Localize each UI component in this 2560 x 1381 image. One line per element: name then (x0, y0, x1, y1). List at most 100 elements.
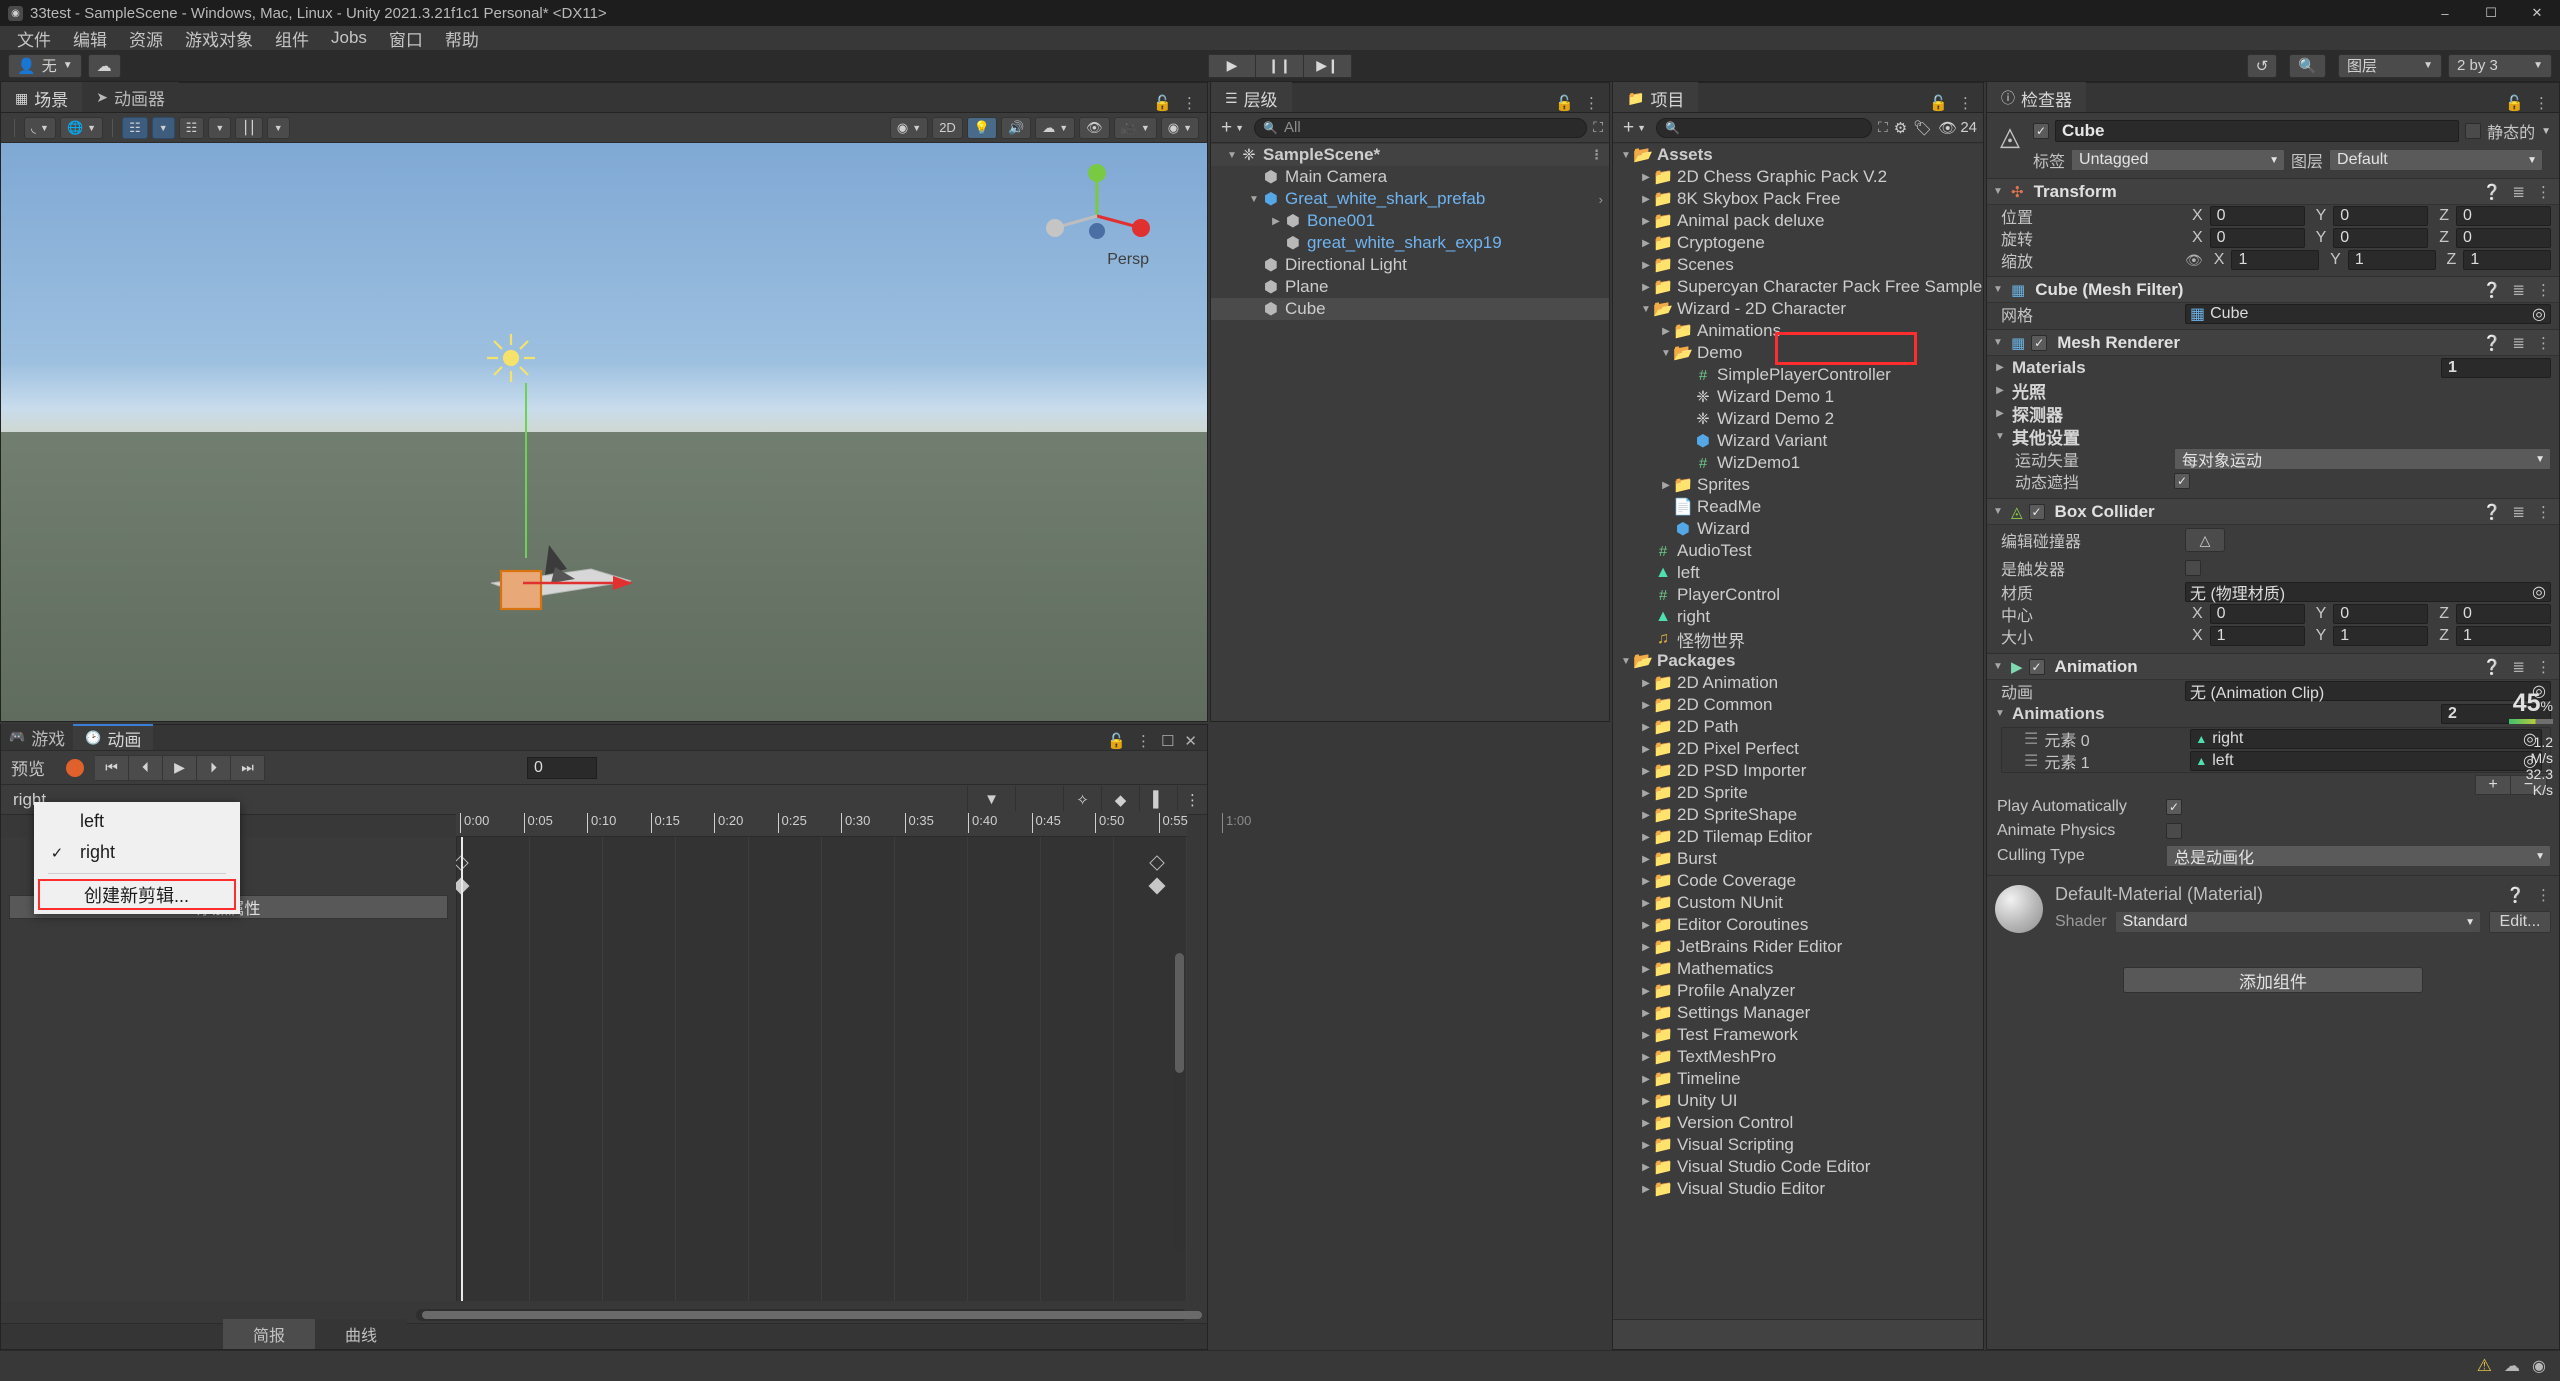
hierarchy-search-input[interactable]: 🔍 All (1254, 117, 1588, 138)
toggle-audio-button[interactable]: 🔊 (1001, 116, 1032, 139)
preset-icon[interactable]: ≣ (2512, 183, 2525, 201)
chevron-down-icon[interactable]: ▼ (1619, 656, 1633, 667)
tree-row-selected[interactable]: ⬢ Cube (1211, 298, 1609, 320)
project-tree[interactable]: ▼ 📂 Assets ▶ 📁 2D Chess Graphic Pack V.2 ▶ 📁 8K … (1613, 144, 1983, 1319)
array-add-button[interactable]: + (2475, 775, 2511, 795)
tree-row[interactable]: ▶ 📁 Visual Studio Editor (1613, 1178, 1983, 1200)
lock-icon[interactable]: 🔓 (1153, 94, 1172, 112)
chevron-down-icon[interactable]: ▼ (1991, 661, 2005, 672)
chevron-down-icon[interactable]: ▼ (1991, 337, 2005, 348)
search-expand-icon[interactable]: ⛶ (1593, 119, 1603, 136)
position-z-input[interactable]: 0 (2456, 206, 2551, 226)
project-add-button[interactable]: + ▼ (1619, 117, 1650, 139)
center-y-input[interactable]: 0 (2333, 604, 2429, 624)
tree-row[interactable]: ▶ 📁 2D PSD Importer (1613, 760, 1983, 782)
preview-button[interactable]: 预览 (1, 755, 55, 780)
box-collider-header[interactable]: ▼ ◬ ✓ Box Collider ❔ ≣ ⋮ (1987, 499, 2559, 525)
kebab-menu-icon[interactable]: ⋮ (2536, 281, 2551, 299)
menu-item-edit[interactable]: 编辑 (62, 24, 118, 53)
layers-dropdown[interactable]: 图层 ▼ (2338, 53, 2442, 78)
tree-row[interactable]: ▶ 📁 Code Coverage (1613, 870, 1983, 892)
animation-enabled-checkbox[interactable]: ✓ (2028, 658, 2045, 675)
chevron-down-icon[interactable]: ▼ (1659, 348, 1673, 359)
cloud-button[interactable]: ☁ (87, 53, 121, 78)
tab-game[interactable]: 🎮 游戏 (1, 724, 74, 750)
kebab-menu-icon[interactable]: ⋮ (1584, 94, 1599, 112)
history-button[interactable]: ↺ (2246, 53, 2278, 78)
physic-material-field[interactable]: 无 (物理材质) ◎ (2185, 582, 2551, 603)
lock-icon[interactable]: 🔓 (1107, 732, 1126, 750)
tree-row[interactable]: ⬢ Directional Light (1211, 254, 1609, 276)
chevron-right-icon[interactable]: ▶ (1639, 260, 1653, 271)
tree-row[interactable]: ⬢ Wizard Variant (1613, 430, 1983, 452)
tree-row[interactable]: ▼ 📂 Demo (1613, 342, 1983, 364)
rotation-z-input[interactable]: 0 (2456, 228, 2551, 248)
toggle-fx-button[interactable]: ☁ ▼ (1035, 116, 1076, 139)
clip-options-menu[interactable]: ⋮ (1177, 785, 1207, 814)
grid-size-dropdown[interactable]: ▼ (266, 116, 290, 139)
menu-item-right[interactable]: ✓ right (34, 837, 240, 868)
tree-row[interactable]: ▲ right (1613, 606, 1983, 628)
tree-row[interactable]: ▶ 📁 Visual Studio Code Editor (1613, 1156, 1983, 1178)
tree-row[interactable]: ❈ Wizard Demo 1 (1613, 386, 1983, 408)
tree-row[interactable]: ▶ 📁 Cryptogene (1613, 232, 1983, 254)
preset-icon[interactable]: ≣ (2512, 281, 2525, 299)
materials-foldout[interactable]: ▶ Materials 1 (1987, 356, 2559, 379)
element-1-field[interactable]: ▲ left ◎ (2190, 751, 2542, 771)
close-icon[interactable]: ✕ (1184, 732, 1197, 750)
pause-button[interactable]: ❙❙ (1256, 53, 1304, 78)
probes-foldout[interactable]: ▶ 探测器 (1987, 402, 2559, 425)
grid-axis-dropdown[interactable]: ▼ (151, 116, 175, 139)
clip-selector-dropdown[interactable]: ▼ (967, 785, 1015, 814)
tab-animator[interactable]: ➤ 动画器 (82, 82, 179, 112)
play-button[interactable]: ▶ (1208, 53, 1256, 78)
animate-physics-checkbox[interactable]: ✓ (2166, 823, 2182, 839)
chevron-right-icon[interactable]: ▶ (1639, 1052, 1653, 1063)
toggle-lighting-button[interactable]: 💡 (966, 116, 997, 139)
toggle-2d-button[interactable]: 2D (932, 116, 963, 139)
tree-row[interactable]: ▼ ❈ SampleScene* ⋮ (1211, 144, 1609, 166)
tree-row[interactable]: ▶ 📁 2D Tilemap Editor (1613, 826, 1983, 848)
chevron-right-icon[interactable]: ▶ (1639, 744, 1653, 755)
help-icon[interactable]: ❔ (2483, 334, 2502, 352)
tab-animation[interactable]: 🕑 动画 (73, 724, 154, 750)
tree-row[interactable]: ⬢ Wizard (1613, 518, 1983, 540)
drag-handle-icon[interactable]: ☰ (2024, 729, 2038, 749)
handle-space-button[interactable]: 🌐 ▼ (59, 116, 104, 139)
clip-extra-button[interactable] (1015, 785, 1063, 814)
dope-vertical-scrollbar[interactable] (1174, 953, 1185, 1251)
mesh-filter-header[interactable]: ▼ ▦ Cube (Mesh Filter) ❔ ≣ ⋮ (1987, 277, 2559, 303)
chevron-right-icon[interactable]: ▶ (1639, 238, 1653, 249)
lock-icon[interactable]: 🔓 (1555, 94, 1574, 112)
chevron-right-icon[interactable]: ▶ (1639, 788, 1653, 799)
tree-row[interactable]: ▶ 📁 2D Path (1613, 716, 1983, 738)
current-frame-input[interactable]: 0 (527, 756, 597, 779)
tree-row[interactable]: ▶ 📁 Editor Coroutines (1613, 914, 1983, 936)
menu-item-create-new-clip[interactable]: 创建新剪辑... (38, 879, 236, 910)
chevron-right-icon[interactable]: ▶ (1639, 1162, 1653, 1173)
tree-row[interactable]: ▲ left (1613, 562, 1983, 584)
transform-header[interactable]: ▼ ✣ Transform ❔ ≣ ⋮ (1987, 179, 2559, 205)
shader-dropdown[interactable]: Standard ▼ (2114, 911, 2481, 933)
step-button[interactable]: ▶❙ (1304, 53, 1352, 78)
animation-header[interactable]: ▼ ▶ ✓ Animation ❔ ≣ ⋮ (1987, 654, 2559, 680)
tree-row[interactable]: ▶ 📁 Visual Scripting (1613, 1134, 1983, 1156)
chevron-right-icon[interactable]: ▶ (1639, 722, 1653, 733)
is-trigger-checkbox[interactable]: ✓ (2185, 560, 2201, 576)
chevron-right-icon[interactable]: ▶ (1639, 282, 1653, 293)
menu-item-jobs[interactable]: Jobs (320, 26, 378, 50)
chevron-right-icon[interactable]: ▶ (1639, 854, 1653, 865)
account-button[interactable]: 👤 无 ▼ (8, 53, 82, 78)
chevron-right-icon[interactable]: ▶ (1639, 766, 1653, 777)
help-icon[interactable]: ❔ (2483, 503, 2502, 521)
chevron-down-icon[interactable]: ▼ (2541, 126, 2551, 137)
chevron-right-icon[interactable]: ▶ (1639, 986, 1653, 997)
position-y-input[interactable]: 0 (2333, 206, 2429, 226)
chevron-right-icon[interactable]: ▶ (1639, 1008, 1653, 1019)
tree-row[interactable]: ▶ 📁 Unity UI (1613, 1090, 1983, 1112)
minimize-button[interactable]: – (2422, 0, 2468, 26)
chevron-right-icon[interactable]: ▶ (1639, 898, 1653, 909)
tree-row[interactable]: ▶ 📁 Profile Analyzer (1613, 980, 1983, 1002)
kebab-menu-icon[interactable]: ⋮ (2536, 658, 2551, 676)
gizmos-button[interactable]: ◉ ▼ (1160, 116, 1199, 139)
